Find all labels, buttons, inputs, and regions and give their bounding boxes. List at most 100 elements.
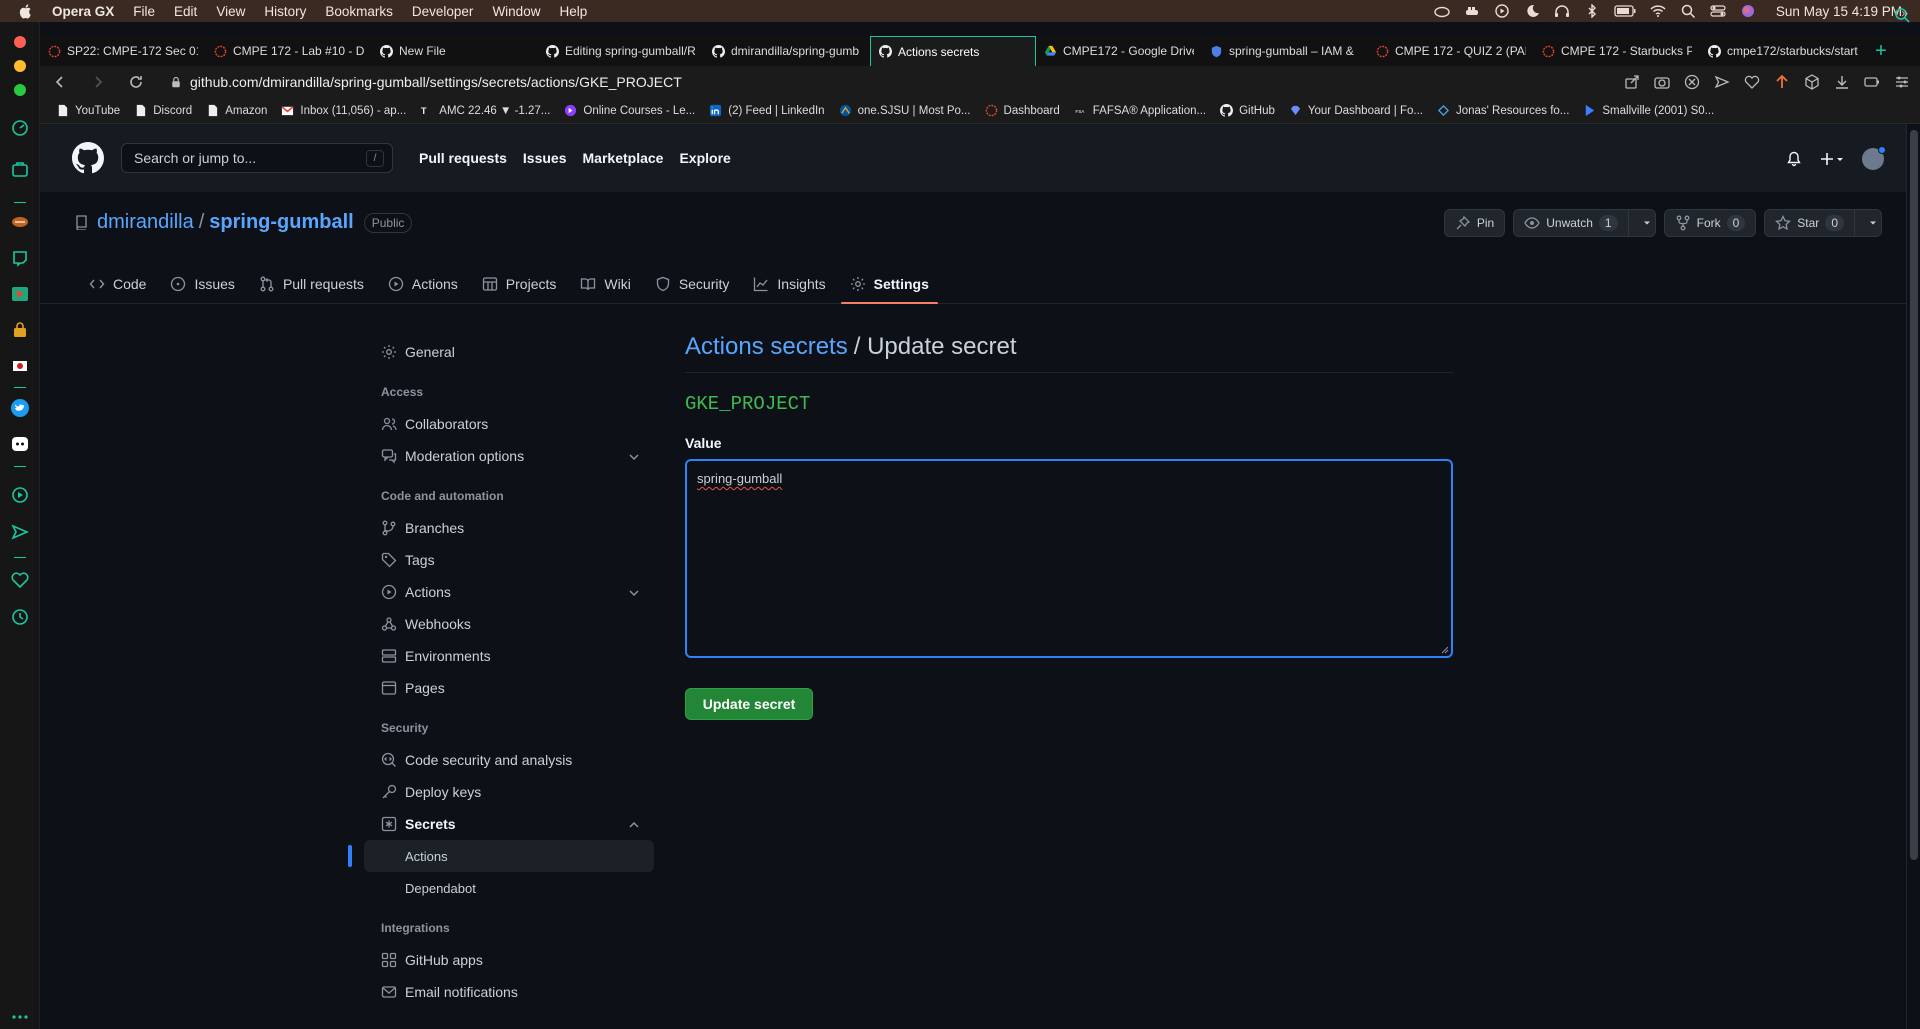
creative-cloud-icon[interactable]: [1434, 4, 1450, 18]
menubar-clock[interactable]: Sun May 15 4:19 PM: [1776, 4, 1902, 19]
battery-saver-icon[interactable]: [1864, 74, 1880, 90]
settings-code-security[interactable]: Code security and analysis: [364, 744, 654, 776]
window-close-button[interactable]: [14, 36, 26, 48]
repo-tab-actions[interactable]: Actions: [379, 263, 467, 304]
docker-icon[interactable]: [1464, 4, 1480, 18]
bookmark-item[interactable]: one.SJSU | Most Po...: [839, 104, 971, 117]
bookmark-item[interactable]: GitHub: [1220, 104, 1275, 117]
bookmark-item[interactable]: YouTube: [56, 104, 120, 117]
settings-environments[interactable]: Environments: [364, 640, 654, 672]
settings-pages[interactable]: Pages: [364, 672, 654, 704]
settings-actions[interactable]: Actions: [364, 576, 654, 608]
settings-github-apps[interactable]: GitHub apps: [364, 944, 654, 976]
menu-app-name[interactable]: Opera GX: [52, 4, 114, 19]
settings-email-notifications[interactable]: Email notifications: [364, 976, 654, 1008]
bookmark-item[interactable]: Your Dashboard | Fo...: [1289, 104, 1423, 117]
menu-file[interactable]: File: [133, 4, 155, 19]
twitter-icon[interactable]: [10, 398, 30, 418]
browser-tab[interactable]: dmirandilla/spring-gumb: [704, 36, 870, 66]
create-new-plus-icon[interactable]: [1820, 151, 1844, 167]
nav-explore[interactable]: Explore: [679, 150, 730, 166]
repo-tab-issues[interactable]: Issues: [161, 263, 243, 304]
menu-developer[interactable]: Developer: [412, 4, 474, 19]
bookmark-item[interactable]: (2) Feed | LinkedIn: [709, 104, 825, 117]
discord-icon[interactable]: [10, 434, 30, 454]
secret-value-textarea[interactable]: spring-gumball: [685, 459, 1453, 658]
extensions-cube-icon[interactable]: [1804, 74, 1820, 90]
menu-history[interactable]: History: [264, 4, 306, 19]
forward-icon[interactable]: [90, 74, 106, 90]
browser-tab[interactable]: SP22: CMPE-172 Sec 01: [40, 36, 206, 66]
browser-tab[interactable]: spring-gumball – IAM &: [1202, 36, 1368, 66]
repo-tab-pull-requests[interactable]: Pull requests: [250, 263, 373, 304]
bookmarks-overflow-icon[interactable]: »: [1901, 6, 1908, 20]
github-search-input[interactable]: Search or jump to... /: [121, 143, 393, 173]
browser-tab[interactable]: New File: [372, 36, 538, 66]
repo-tab-code[interactable]: Code: [80, 263, 155, 304]
url-field[interactable]: github.com/dmirandilla/spring-gumball/se…: [190, 74, 682, 90]
browser-tab[interactable]: Editing spring-gumball/R: [538, 36, 704, 66]
apple-icon[interactable]: [18, 3, 34, 19]
moon-icon[interactable]: [1524, 4, 1540, 18]
spotlight-search-icon[interactable]: [1680, 4, 1696, 18]
lock-icon[interactable]: [170, 74, 182, 90]
nav-issues[interactable]: Issues: [523, 150, 567, 166]
browser-tab[interactable]: CMPE 172 - QUIZ 2 (PAR: [1368, 36, 1534, 66]
back-icon[interactable]: [52, 74, 68, 90]
settings-general[interactable]: General: [364, 336, 654, 368]
bookmark-item[interactable]: FSA FAFSA® Application...: [1074, 104, 1206, 117]
bookmark-item[interactable]: Discord: [134, 104, 192, 117]
github-logo-icon[interactable]: [72, 142, 104, 174]
watch-button[interactable]: Unwatch 1: [1513, 209, 1656, 237]
repo-tab-wiki[interactable]: Wiki: [571, 263, 639, 304]
lock-app-icon[interactable]: [10, 320, 30, 340]
bookmark-item[interactable]: T AMC 22.46 ▼ -1.27...: [420, 104, 550, 117]
actions-secrets-link[interactable]: Actions secrets: [685, 333, 848, 361]
speed-dial-icon[interactable]: [10, 118, 30, 138]
repo-tab-insights[interactable]: Insights: [744, 263, 834, 304]
repo-tab-settings[interactable]: Settings: [840, 263, 939, 304]
repo-tab-security[interactable]: Security: [646, 263, 739, 304]
battery-icon[interactable]: [1614, 4, 1636, 18]
heart-icon[interactable]: [10, 570, 30, 590]
browser-tab[interactable]: cmpe172/starbucks/start: [1700, 36, 1866, 66]
bookmark-item[interactable]: Smallville (2001) S0...: [1583, 104, 1714, 117]
settings-tags[interactable]: Tags: [364, 544, 654, 576]
browser-tab[interactable]: CMPE 172 - Starbucks Pr: [1534, 36, 1700, 66]
more-icon[interactable]: [10, 1007, 30, 1027]
bookmark-item[interactable]: Online Courses - Le...: [564, 104, 695, 117]
bookmark-heart-icon[interactable]: [1744, 74, 1760, 90]
window-maximize-button[interactable]: [14, 84, 26, 96]
menu-view[interactable]: View: [216, 4, 245, 19]
headphones-icon[interactable]: [1554, 4, 1570, 18]
chevron-down-icon[interactable]: [628, 587, 640, 599]
page-scrollbar[interactable]: [1906, 124, 1920, 1029]
fork-button[interactable]: Fork 0: [1663, 209, 1757, 237]
new-tab-button[interactable]: +: [1866, 36, 1896, 66]
player-icon[interactable]: [10, 485, 30, 505]
window-minimize-button[interactable]: [14, 60, 26, 72]
slides-icon[interactable]: [10, 284, 30, 304]
send-icon[interactable]: [10, 522, 30, 542]
gx-corner-icon[interactable]: [10, 212, 30, 232]
settings-branches[interactable]: Branches: [364, 512, 654, 544]
send-tab-icon[interactable]: [1714, 74, 1730, 90]
nav-marketplace[interactable]: Marketplace: [583, 150, 664, 166]
download-icon[interactable]: [1834, 74, 1850, 90]
gx-control-icon[interactable]: [10, 160, 30, 180]
browser-tab[interactable]: CMPE 172 - Lab #10 - De: [206, 36, 372, 66]
settings-collaborators[interactable]: Collaborators: [364, 408, 654, 440]
settings-webhooks[interactable]: Webhooks: [364, 608, 654, 640]
twitch-icon[interactable]: [10, 248, 30, 268]
pin-button[interactable]: Pin: [1443, 209, 1506, 237]
camera-icon[interactable]: [1654, 74, 1670, 90]
flag-icon[interactable]: [10, 356, 30, 376]
chevron-up-icon[interactable]: [628, 819, 640, 831]
bluetooth-icon[interactable]: [1584, 4, 1600, 18]
notifications-bell-icon[interactable]: [1786, 151, 1802, 167]
settings-secrets[interactable]: Secrets: [364, 808, 654, 840]
browser-tab[interactable]: CMPE172 - Google Drive: [1036, 36, 1202, 66]
menu-help[interactable]: Help: [559, 4, 587, 19]
history-clock-icon[interactable]: [10, 607, 30, 627]
settings-moderation-options[interactable]: Moderation options: [364, 440, 654, 472]
